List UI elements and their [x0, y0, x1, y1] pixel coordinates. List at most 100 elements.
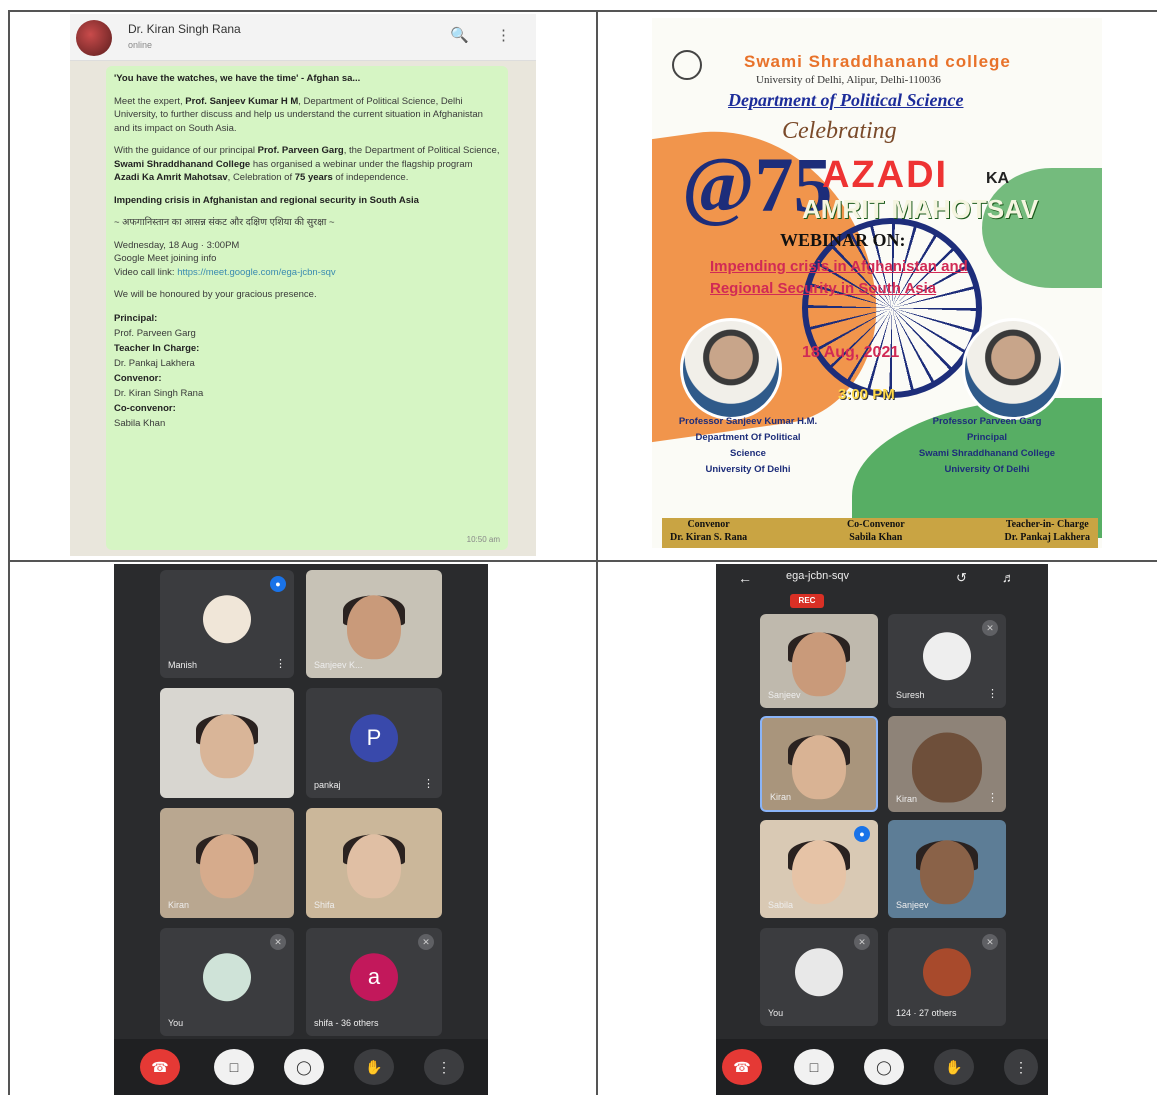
- raise-hand-button[interactable]: ✋: [354, 1049, 394, 1085]
- camera-toggle-button[interactable]: □: [794, 1049, 834, 1085]
- participant-tile[interactable]: ✕ Suresh ⋮: [888, 614, 1006, 708]
- participant-name: Kiran: [168, 900, 190, 910]
- mic-off-icon: ✕: [982, 934, 998, 950]
- participant-name: shifa - 36 others: [314, 1018, 379, 1028]
- participant-name: Sanjeev: [896, 900, 929, 910]
- avatar: [203, 953, 251, 1002]
- end-call-button[interactable]: ☎: [140, 1049, 180, 1085]
- meet-screenshot-right: ← ega-jcbn-sqv ↺ ♬ REC Sanjeev ✕ Suresh …: [716, 564, 1048, 1095]
- tic-label: Teacher In Charge:: [114, 342, 200, 354]
- avatar: [203, 595, 251, 644]
- participant-name: Kiran: [770, 792, 792, 802]
- poster-topic-line2: Regional Security in South Asia: [710, 280, 937, 297]
- poster-date: 18 Aug, 2021: [802, 344, 900, 361]
- mic-on-icon: ●: [854, 826, 870, 842]
- participant-name: Suresh: [896, 690, 925, 700]
- end-call-button[interactable]: ☎: [722, 1049, 762, 1085]
- webinar-poster: Swami Shraddhanand college University of…: [652, 18, 1102, 548]
- participant-tile[interactable]: Sanjeev: [760, 614, 878, 708]
- avatar: a: [350, 953, 398, 1002]
- meet-info-label: Google Meet joining info: [114, 253, 217, 264]
- poster-ka: KA: [986, 170, 1010, 187]
- more-vert-icon[interactable]: ⋮: [987, 687, 998, 700]
- meeting-code[interactable]: ega-jcbn-sqv: [786, 570, 849, 582]
- poster-coconvenor: Co-Convenor Sabila Khan: [846, 519, 905, 543]
- video-face: [347, 834, 401, 899]
- mic-off-icon: ✕: [854, 934, 870, 950]
- camera-switch-icon[interactable]: ↺: [956, 570, 967, 586]
- grid-border-top: [8, 10, 1157, 12]
- principal-label: Principal:: [114, 312, 158, 324]
- grid-divider-vertical: [596, 10, 598, 1095]
- poster-footer: Convenor Dr. Kiran S. Rana Co-Convenor S…: [662, 518, 1098, 548]
- contact-status: online: [128, 40, 153, 50]
- participant-tile[interactable]: Sanjeev: [888, 820, 1006, 918]
- participant-tile[interactable]: ● Manish ⋮: [160, 570, 294, 678]
- quote-line: 'You have the watches, we have the time'…: [114, 73, 361, 84]
- poster-convenor: Convenor Dr. Kiran S. Rana: [670, 519, 748, 543]
- grid-border-left: [8, 10, 10, 1095]
- more-options-button[interactable]: ⋮: [1004, 1049, 1038, 1085]
- mic-toggle-button[interactable]: ◯: [284, 1049, 324, 1085]
- call-controls: ☎ □ ◯ ✋ ⋮: [716, 1039, 1048, 1095]
- audio-output-icon[interactable]: ♬: [1002, 570, 1015, 585]
- more-vert-icon[interactable]: ⋮: [275, 657, 286, 670]
- camera-toggle-button[interactable]: □: [214, 1049, 254, 1085]
- poster-college: Swami Shraddhanand college: [744, 52, 1011, 71]
- coconvenor-name: Sabila Khan: [114, 417, 166, 429]
- participant-tile[interactable]: Shifa: [306, 808, 442, 918]
- video-face: [347, 595, 401, 660]
- meet-link[interactable]: https://meet.google.com/ega-jcbn-sqv: [177, 267, 335, 278]
- more-vert-icon[interactable]: ⋮: [987, 791, 998, 804]
- webinar-topic: Impending crisis in Afghanistan and regi…: [114, 194, 419, 206]
- meeting-top-bar: ← ega-jcbn-sqv ↺ ♬: [716, 564, 1048, 604]
- participant-tile[interactable]: Kiran: [760, 716, 878, 812]
- poster-webinar-on: WEBINAR ON:: [780, 230, 906, 250]
- participant-tile[interactable]: Sanjeev K...: [306, 570, 442, 678]
- back-arrow-icon[interactable]: ←: [738, 570, 752, 586]
- participant-name: Manish: [168, 660, 198, 670]
- mic-toggle-button[interactable]: ◯: [864, 1049, 904, 1085]
- participant-tile[interactable]: [160, 688, 294, 798]
- avatar: [923, 948, 971, 997]
- participant-tile[interactable]: Kiran ⋮: [888, 716, 1006, 812]
- principal-name: Prof. Parveen Garg: [114, 327, 196, 339]
- participant-tile[interactable]: ✕ You: [160, 928, 294, 1036]
- meet-screenshot-left: ● Manish ⋮ Sanjeev K... P pankaj ⋮ Kiran…: [114, 564, 488, 1095]
- avatar: P: [350, 714, 398, 763]
- poster-university: University of Delhi, Alipur, Delhi-11003…: [756, 74, 941, 86]
- more-vert-icon[interactable]: ⋮: [496, 26, 511, 44]
- participant-name: You: [168, 1018, 184, 1028]
- contact-name[interactable]: Dr. Kiran Singh Rana: [128, 22, 241, 36]
- more-options-button[interactable]: ⋮: [424, 1049, 464, 1085]
- speaker1-caption: Professor Sanjeev Kumar H.M. Department …: [678, 416, 818, 475]
- video-face: [792, 735, 846, 800]
- video-face: [920, 840, 974, 905]
- participant-tile[interactable]: ✕ You: [760, 928, 878, 1026]
- participant-tile[interactable]: a ✕ shifa - 36 others: [306, 928, 442, 1036]
- whatsapp-chat-panel: Dr. Kiran Singh Rana online 🔍 ⋮ 'You hav…: [70, 14, 536, 556]
- avatar[interactable]: [76, 20, 112, 56]
- participant-tile[interactable]: ✕ 124 · 27 others: [888, 928, 1006, 1026]
- mic-off-icon: ✕: [270, 934, 286, 950]
- message-para-guidance: With the guidance of our principal Prof.…: [114, 145, 500, 183]
- participant-tile[interactable]: Kiran: [160, 808, 294, 918]
- participant-name: You: [768, 1008, 784, 1018]
- search-icon[interactable]: 🔍: [450, 26, 469, 44]
- participant-tile[interactable]: ● Sabila: [760, 820, 878, 918]
- participant-name: Sanjeev: [768, 690, 801, 700]
- video-face: [912, 732, 982, 803]
- collage-grid: Dr. Kiran Singh Rana online 🔍 ⋮ 'You hav…: [0, 0, 1157, 1095]
- convenor-name: Dr. Kiran Singh Rana: [114, 387, 204, 399]
- avatar: [795, 948, 843, 997]
- video-face: [792, 632, 846, 697]
- more-vert-icon[interactable]: ⋮: [423, 777, 434, 790]
- convenor-label: Convenor:: [114, 372, 162, 384]
- message-bubble[interactable]: 'You have the watches, we have the time'…: [106, 66, 508, 550]
- honoured-line: We will be honoured by your gracious pre…: [114, 289, 317, 300]
- poster-amrit: AMRIT MAHOTSAV: [802, 194, 1039, 224]
- participant-tile[interactable]: P pankaj ⋮: [306, 688, 442, 798]
- raise-hand-button[interactable]: ✋: [934, 1049, 974, 1085]
- recording-badge: REC: [790, 594, 824, 608]
- tic-name: Dr. Pankaj Lakhera: [114, 357, 195, 369]
